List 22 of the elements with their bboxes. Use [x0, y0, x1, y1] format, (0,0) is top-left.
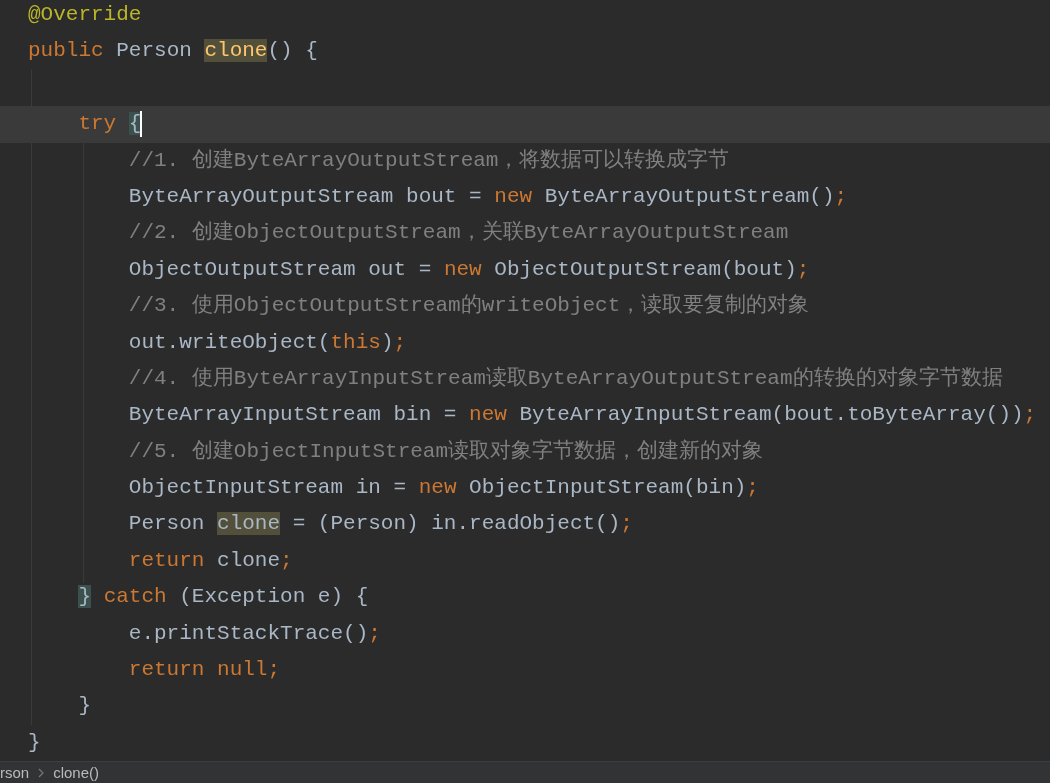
code-line: e.printStackTrace();	[127, 620, 382, 647]
code-line: //3. 使用ObjectOutputStream的writeObject，读取要复制的对象	[127, 292, 811, 320]
breadcrumb-item[interactable]: clone()	[53, 764, 100, 781]
code-line: return null;	[127, 657, 282, 684]
code-line: ByteArrayInputStream bin = new ByteArrayInputStream(bout.toByteArray());	[127, 402, 1038, 429]
code-line: }	[77, 693, 92, 720]
code-line: //2. 创建ObjectOutputStream，关联ByteArrayOutputStream	[127, 219, 790, 247]
code-line: ObjectOutputStream out = new ObjectOutputStream(bout);	[127, 256, 811, 283]
code-line: ByteArrayOutputStream bout = new ByteArrayOutputStream();	[127, 183, 849, 210]
code-line: return clone;	[127, 547, 294, 574]
code-line: //4. 使用ByteArrayInputStream读取ByteArrayOutputStream的转换的对象字节数据	[127, 365, 1004, 392]
chevron-icon	[37, 767, 46, 778]
code-line: ObjectInputStream in = new ObjectInputStream(bin);	[127, 475, 760, 502]
breadcrumb-item[interactable]: rson	[0, 764, 30, 781]
code-line: } catch (Exception e) {	[77, 584, 370, 611]
code-line: }	[27, 729, 42, 756]
code-line: out.writeObject(this);	[127, 329, 408, 356]
code-line: @Override	[27, 2, 143, 28]
code-line: Person clone = (Person) in.readObject();	[127, 511, 634, 538]
code-line: //5. 创建ObjectInputStream读取对象字节数据，创建新的对象	[127, 438, 765, 465]
code-line: //1. 创建ByteArrayOutputStream，将数据可以转换成字节	[127, 147, 731, 174]
code-line: public Person clone() {	[27, 38, 319, 65]
